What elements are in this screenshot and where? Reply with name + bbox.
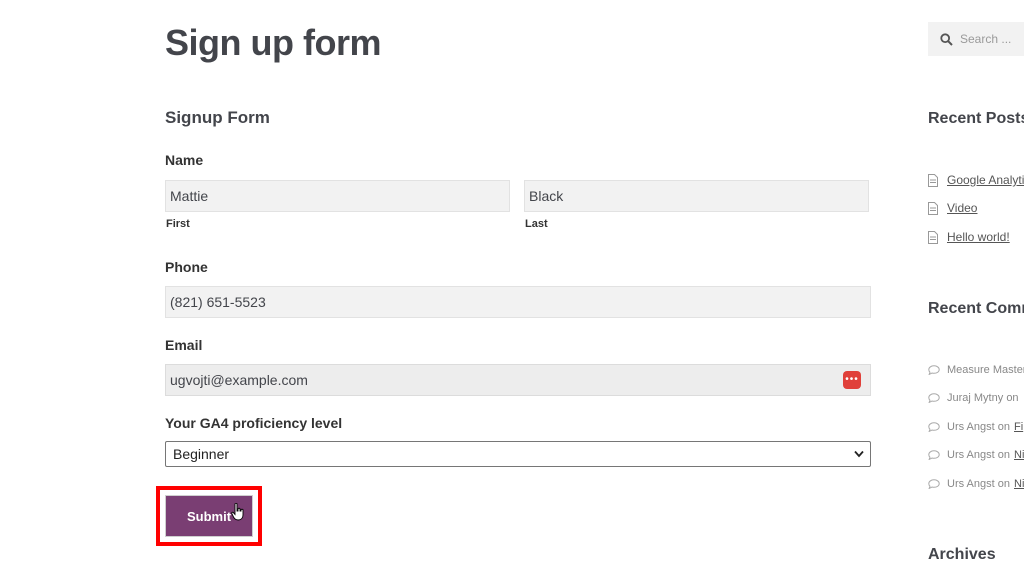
comment-icon xyxy=(928,365,940,375)
chevron-down-icon xyxy=(854,450,864,458)
comment-author: Juraj Mytny xyxy=(947,392,1004,404)
document-icon xyxy=(928,173,938,187)
recent-post-item[interactable]: Hello world! xyxy=(928,230,1010,244)
comment-suffix: on xyxy=(997,449,1010,461)
search-box[interactable]: Search ... xyxy=(928,22,1024,56)
page: Sign up form Signup Form Name First Last… xyxy=(0,0,1024,576)
recent-post-link[interactable]: Video xyxy=(947,201,977,215)
email-input[interactable] xyxy=(165,364,871,396)
recent-comments-heading: Recent Comm xyxy=(928,300,1024,317)
page-title: Sign up form xyxy=(165,22,381,63)
proficiency-selected-value: Beginner xyxy=(173,446,230,462)
first-sublabel: First xyxy=(166,218,190,230)
last-name-input[interactable] xyxy=(524,180,869,212)
comment-post-link[interactable]: Fi xyxy=(1014,421,1023,433)
comment-icon xyxy=(928,479,940,489)
comment-post-link[interactable]: Ni xyxy=(1014,449,1024,461)
document-icon xyxy=(928,230,938,244)
comment-author: Urs Angst xyxy=(947,478,995,490)
recent-posts-heading: Recent Posts xyxy=(928,110,1024,127)
comment-suffix: on xyxy=(1006,392,1019,404)
recent-post-link[interactable]: Hello world! xyxy=(947,230,1010,244)
comment-author: Measure Master xyxy=(947,364,1024,376)
comment-icon xyxy=(928,393,940,403)
proficiency-label: Your GA4 proficiency level xyxy=(165,415,343,431)
comment-post-link[interactable]: Ni xyxy=(1014,478,1024,490)
recent-comment-item: Urs Angst on Fi xyxy=(928,421,1023,433)
hand-cursor-icon xyxy=(231,503,244,521)
comment-author: Urs Angst xyxy=(947,449,995,461)
recent-comment-item: Urs Angst on Ni xyxy=(928,449,1024,461)
document-icon xyxy=(928,201,938,215)
recent-post-link[interactable]: Google Analyti xyxy=(947,173,1024,187)
phone-input[interactable] xyxy=(165,286,871,318)
comment-icon xyxy=(928,450,940,460)
recent-comment-item: Urs Angst on Ni xyxy=(928,478,1024,490)
comment-suffix: on xyxy=(997,478,1010,490)
proficiency-select[interactable]: Beginner xyxy=(165,441,871,467)
comment-author: Urs Angst xyxy=(947,421,995,433)
email-label: Email xyxy=(165,337,203,353)
comment-suffix: on xyxy=(997,421,1010,433)
phone-label: Phone xyxy=(165,259,208,275)
recent-comment-item: Measure Master xyxy=(928,364,1024,376)
last-sublabel: Last xyxy=(525,218,548,230)
name-label: Name xyxy=(165,152,204,168)
recent-post-item[interactable]: Video xyxy=(928,201,977,215)
archives-heading: Archives xyxy=(928,546,996,563)
form-title: Signup Form xyxy=(165,108,270,127)
recent-comment-item: Juraj Mytny on xyxy=(928,392,1019,404)
password-manager-icon[interactable]: ••• xyxy=(843,371,861,389)
search-icon xyxy=(940,33,953,46)
recent-post-item[interactable]: Google Analyti xyxy=(928,173,1024,187)
search-placeholder: Search ... xyxy=(960,32,1012,46)
first-name-input[interactable] xyxy=(165,180,510,212)
comment-icon xyxy=(928,422,940,432)
